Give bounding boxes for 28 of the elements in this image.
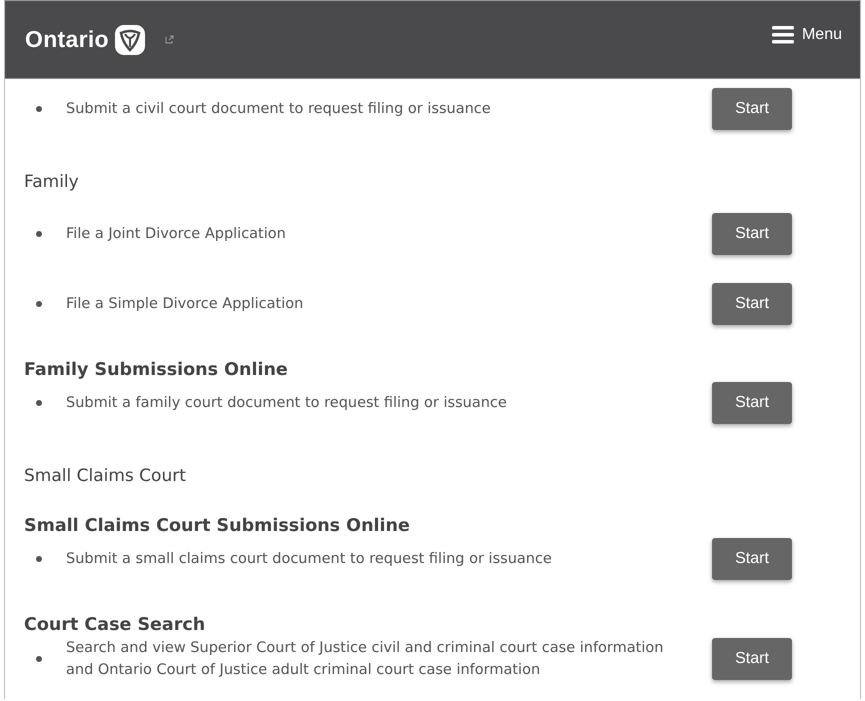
service-description: Submit a small claims court document to request filing or issuance [66, 550, 553, 569]
start-button[interactable]: Start [712, 213, 792, 255]
menu-icon [772, 26, 794, 44]
start-button[interactable]: Start [712, 538, 792, 580]
section-heading: Family [24, 171, 80, 194]
service-heading: Family Submissions Online [24, 359, 289, 382]
start-button[interactable]: Start [712, 382, 792, 424]
bullet-icon [36, 231, 42, 237]
external-link-icon [164, 35, 174, 44]
service-description: Submit a family court document to request filing or issuance [66, 394, 508, 413]
start-button[interactable]: Start [712, 88, 792, 130]
section-heading: Small Claims Court [24, 465, 187, 488]
service-description: Submit a civil court document to request filing or issuance [66, 100, 492, 119]
start-button[interactable]: Start [712, 283, 792, 325]
trillium-logo-icon [114, 24, 145, 54]
service-description: Search and view Superior Court of Justice civil and criminal court case information and Ontario Court of Justice adult criminal court case information [66, 639, 664, 680]
start-button[interactable]: Start [712, 638, 792, 680]
bullet-icon [36, 400, 42, 406]
service-heading: Small Claims Court Submissions Online [24, 515, 411, 538]
bullet-icon [36, 301, 42, 307]
bullet-icon [36, 656, 42, 662]
service-description: File a Joint Divorce Application [66, 225, 287, 244]
service-heading: Court Case Search [24, 614, 206, 637]
ontario-logo[interactable]: Ontario [25, 26, 109, 53]
bullet-icon [36, 106, 42, 112]
menu-button[interactable]: Menu [772, 26, 842, 44]
service-description: File a Simple Divorce Application [66, 295, 304, 314]
bullet-icon [36, 556, 42, 562]
